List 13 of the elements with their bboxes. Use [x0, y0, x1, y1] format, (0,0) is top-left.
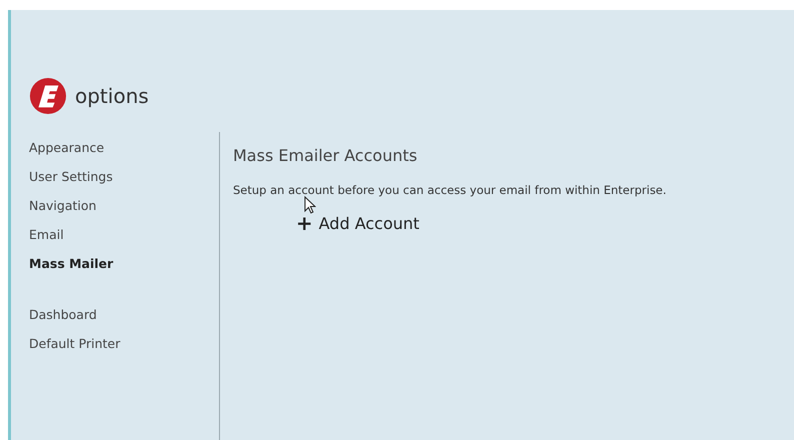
sidebar-item[interactable]: Default Printer: [29, 336, 219, 365]
sidebar-item[interactable]: Mass Mailer: [29, 256, 219, 285]
sidebar-item[interactable]: Appearance: [29, 140, 219, 169]
sidebar-item[interactable]: Email: [29, 227, 219, 256]
sidebar-item[interactable]: Navigation: [29, 198, 219, 227]
pointer-icon: [304, 196, 316, 214]
logo-icon: [29, 77, 67, 115]
add-account-button[interactable]: + Add Account: [296, 211, 420, 235]
sidebar-item[interactable]: User Settings: [29, 169, 219, 198]
app-title: options: [75, 84, 149, 108]
section-heading: Mass Emailer Accounts: [233, 146, 418, 165]
description-text: Setup an account before you can access your email from within Enterprise.: [233, 183, 668, 197]
sidebar-item[interactable]: Dashboard: [29, 307, 219, 336]
